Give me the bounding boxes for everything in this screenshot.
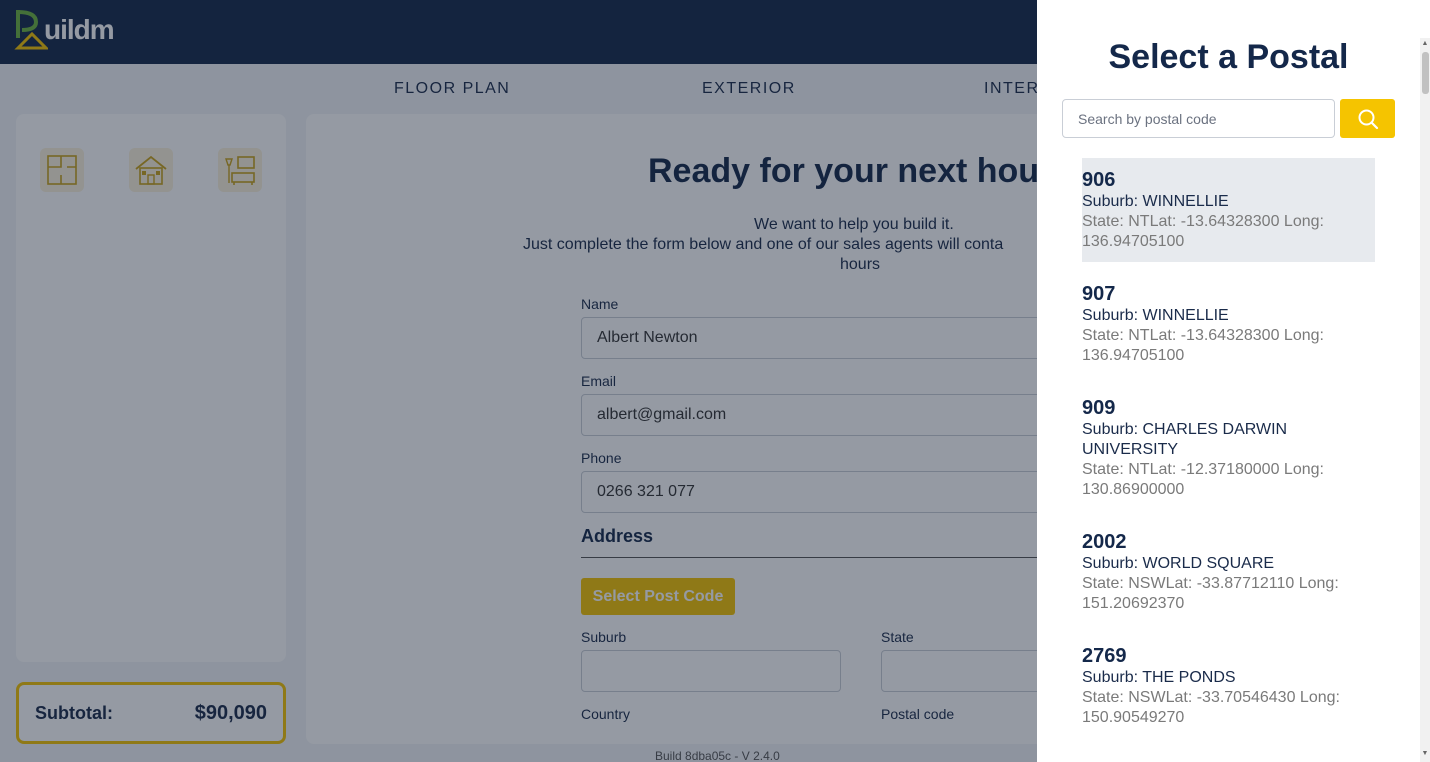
postal-code: 909 — [1082, 397, 1116, 419]
postal-meta-long: 136.94705100 — [1082, 347, 1185, 364]
postal-code: 907 — [1082, 283, 1116, 305]
postal-meta: State: NTLat: -13.64328300 Long: — [1082, 327, 1324, 344]
postal-meta: State: NTLat: -13.64328300 Long: — [1082, 213, 1324, 230]
postal-suburb: Suburb: THE PONDS — [1082, 669, 1236, 686]
postal-item[interactable]: 906 Suburb: WINNELLIE State: NTLat: -13.… — [1082, 158, 1375, 262]
search-icon — [1358, 109, 1378, 129]
postal-item[interactable]: 2769 Suburb: THE PONDS State: NSWLat: -3… — [1082, 644, 1375, 728]
postal-item[interactable]: 907 Suburb: WINNELLIE State: NTLat: -13.… — [1082, 282, 1375, 366]
postal-suburb: Suburb: WINNELLIE — [1082, 193, 1229, 210]
postal-suburb: Suburb: WINNELLIE — [1082, 307, 1229, 324]
postal-suburb: Suburb: WORLD SQUARE — [1082, 555, 1275, 572]
postal-meta-long: 130.86900000 — [1082, 481, 1185, 498]
postal-search-input[interactable]: Search by postal code — [1062, 99, 1335, 138]
scroll-up-icon[interactable]: ▲ — [1421, 40, 1429, 48]
drawer-scrollbar[interactable] — [1420, 38, 1430, 762]
postal-item[interactable]: 2002 Suburb: WORLD SQUARE State: NSWLat:… — [1082, 530, 1375, 614]
postal-meta-long: 150.90549270 — [1082, 709, 1185, 726]
postal-meta-long: 151.20692370 — [1082, 595, 1185, 612]
postal-suburb-cont: UNIVERSITY — [1082, 441, 1179, 458]
postal-meta-long: 136.94705100 — [1082, 233, 1185, 250]
postal-code: 2002 — [1082, 531, 1127, 553]
postal-code: 906 — [1082, 169, 1116, 191]
postal-code: 2769 — [1082, 645, 1127, 667]
postal-meta: State: NSWLat: -33.70546430 Long: — [1082, 689, 1340, 706]
postal-item[interactable]: 909 Suburb: CHARLES DARWIN UNIVERSITY St… — [1082, 396, 1375, 500]
drawer-title: Select a Postal — [1108, 38, 1349, 76]
scroll-thumb[interactable] — [1422, 52, 1429, 94]
postal-suburb: Suburb: CHARLES DARWIN — [1082, 421, 1288, 438]
search-button[interactable] — [1340, 99, 1395, 138]
modal-backdrop[interactable] — [0, 0, 1037, 762]
scroll-down-icon[interactable]: ▼ — [1421, 750, 1429, 758]
postal-meta: State: NSWLat: -33.87712110 Long: — [1082, 575, 1339, 592]
postal-meta: State: NTLat: -12.37180000 Long: — [1082, 461, 1324, 478]
